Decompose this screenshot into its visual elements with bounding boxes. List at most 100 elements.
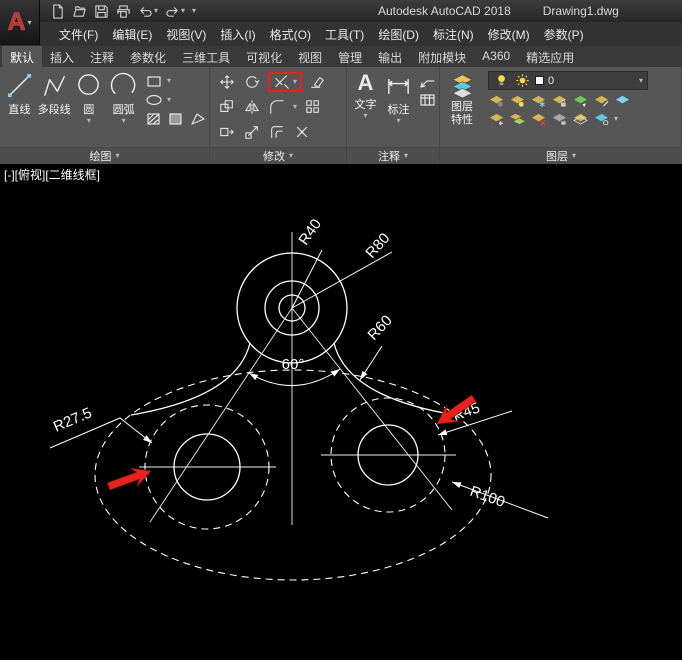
- annotate-panel-title[interactable]: 注释 ▾: [347, 148, 440, 164]
- tool-label: 圆: [83, 101, 94, 117]
- array-icon[interactable]: [304, 99, 322, 115]
- tab-home[interactable]: 默认: [2, 46, 42, 67]
- circle-tool-button[interactable]: 圆 ▾: [72, 70, 107, 144]
- menu-format[interactable]: 格式(O): [263, 23, 318, 46]
- undo-button[interactable]: ▾: [138, 4, 158, 19]
- erase-icon[interactable]: [309, 74, 327, 90]
- copy-icon[interactable]: [218, 99, 236, 115]
- tab-annotate[interactable]: 注释: [82, 46, 122, 67]
- line-tool-button[interactable]: 直线: [2, 70, 37, 144]
- lightbulb-icon: [493, 73, 510, 88]
- draw-panel-title[interactable]: 绘图 ▾: [0, 148, 210, 164]
- table-icon[interactable]: [419, 92, 437, 108]
- arc-tool-button[interactable]: 圆弧 ▾: [106, 70, 141, 144]
- layer-merge-icon[interactable]: [509, 111, 526, 126]
- menu-view[interactable]: 视图(V): [159, 23, 213, 46]
- layer-walk-icon[interactable]: [614, 93, 631, 108]
- rotate-icon[interactable]: [243, 74, 261, 90]
- panel-title-label: 注释: [378, 148, 400, 164]
- menu-edit[interactable]: 编辑(E): [105, 23, 159, 46]
- modify-panel: ▾ ▾: [210, 67, 347, 147]
- drawing-canvas[interactable]: R40 R80 R60 60° R27.5 R45 R100: [0, 164, 682, 660]
- chevron-down-icon: ▾: [404, 152, 408, 160]
- trim-highlight-box: ▾: [268, 72, 302, 92]
- menu-dimension[interactable]: 标注(N): [426, 23, 481, 46]
- tab-insert[interactable]: 插入: [42, 46, 82, 67]
- gradient-icon[interactable]: [167, 111, 185, 127]
- menu-tools[interactable]: 工具(T): [318, 23, 371, 46]
- chevron-down-icon: ▾: [293, 78, 297, 86]
- layer-delete-icon[interactable]: [530, 111, 547, 126]
- annotate-extra-tools: [419, 70, 437, 144]
- tab-output[interactable]: 输出: [370, 46, 410, 67]
- explode-icon[interactable]: [293, 124, 311, 140]
- layer-lock-fade-icon[interactable]: [551, 111, 568, 126]
- fillet-icon[interactable]: [268, 99, 286, 115]
- layer-lock-icon[interactable]: [551, 93, 568, 108]
- app-menu-button[interactable]: A ▾: [0, 0, 40, 45]
- drawing-area[interactable]: [-][俯视][二维线框]: [0, 164, 682, 660]
- qat-customize-button[interactable]: ▾: [192, 7, 196, 15]
- dimension-tool-button[interactable]: 标注 ▾: [382, 70, 415, 144]
- tab-add-ins[interactable]: 附加模块: [410, 46, 474, 67]
- layer-properties-button[interactable]: 图层特性: [442, 70, 482, 144]
- chevron-down-icon: ▾: [115, 152, 119, 160]
- trim-icon[interactable]: [273, 74, 291, 90]
- tool-label: 圆弧: [113, 101, 135, 117]
- panel-title-label: 修改: [263, 148, 285, 164]
- menu-modify[interactable]: 修改(M): [481, 23, 537, 46]
- rectangle-icon[interactable]: [145, 73, 163, 89]
- layer-previous-icon[interactable]: [488, 111, 505, 126]
- layer-states-icon[interactable]: [593, 111, 610, 126]
- plot-button[interactable]: [116, 4, 131, 19]
- boundary-icon[interactable]: [189, 111, 207, 127]
- layer-copy-icon[interactable]: [572, 111, 589, 126]
- redo-button[interactable]: ▾: [165, 4, 185, 19]
- chevron-down-icon: ▾: [167, 77, 171, 85]
- layers-panel-title[interactable]: 图层 ▾: [440, 148, 682, 164]
- open-button[interactable]: [72, 4, 87, 19]
- save-button[interactable]: [94, 4, 109, 19]
- tool-label: 标注: [388, 101, 410, 117]
- layer-freeze-icon[interactable]: [530, 93, 547, 108]
- hatch-icon[interactable]: [145, 111, 163, 127]
- tab-view[interactable]: 视图: [290, 46, 330, 67]
- scale-icon[interactable]: [243, 124, 261, 140]
- layer-match-icon[interactable]: [593, 93, 610, 108]
- tab-a360[interactable]: A360: [474, 46, 518, 67]
- tab-featured-apps[interactable]: 精选应用: [518, 46, 582, 67]
- offset-icon[interactable]: [268, 124, 286, 140]
- chevron-down-icon: ▾: [396, 117, 400, 125]
- tab-parametric[interactable]: 参数化: [122, 46, 174, 67]
- chevron-down-icon: ▾: [192, 7, 196, 15]
- modify-panel-title[interactable]: 修改 ▾: [210, 148, 347, 164]
- menu-file[interactable]: 文件(F): [52, 23, 105, 46]
- menu-draw[interactable]: 绘图(D): [371, 23, 426, 46]
- text-tool-button[interactable]: A 文字 ▾: [349, 70, 382, 144]
- undo-arrow-icon: [138, 4, 153, 19]
- draw-panel: 直线 多段线 圆 ▾ 圆弧 ▾ ▾: [0, 67, 210, 147]
- layer-isolate-icon[interactable]: [509, 93, 526, 108]
- tab-3d-tools[interactable]: 三维工具: [174, 46, 238, 67]
- new-button[interactable]: [50, 4, 65, 19]
- layer-controls: 0 ▾: [488, 70, 648, 144]
- layer-select-dropdown[interactable]: 0 ▾: [488, 71, 648, 90]
- current-layer-name: 0: [548, 75, 635, 87]
- ellipse-icon[interactable]: [145, 92, 163, 108]
- layer-tools-row-2: ▾: [488, 111, 648, 126]
- make-current-layer-icon[interactable]: [572, 93, 589, 108]
- mirror-icon[interactable]: [243, 99, 261, 115]
- tab-visualize[interactable]: 可视化: [238, 46, 290, 67]
- chevron-down-icon: ▾: [293, 103, 297, 111]
- line-icon: [6, 72, 33, 99]
- construction-circles: [95, 370, 491, 580]
- polyline-tool-button[interactable]: 多段线: [37, 70, 72, 144]
- stretch-icon[interactable]: [218, 124, 236, 140]
- tab-manage[interactable]: 管理: [330, 46, 370, 67]
- move-icon[interactable]: [218, 74, 236, 90]
- multileader-icon[interactable]: [419, 73, 437, 89]
- menu-parametric[interactable]: 参数(P): [537, 23, 591, 46]
- viewport-controls[interactable]: [-][俯视][二维线框]: [4, 166, 100, 183]
- layer-off-icon[interactable]: [488, 93, 505, 108]
- menu-insert[interactable]: 插入(I): [213, 23, 262, 46]
